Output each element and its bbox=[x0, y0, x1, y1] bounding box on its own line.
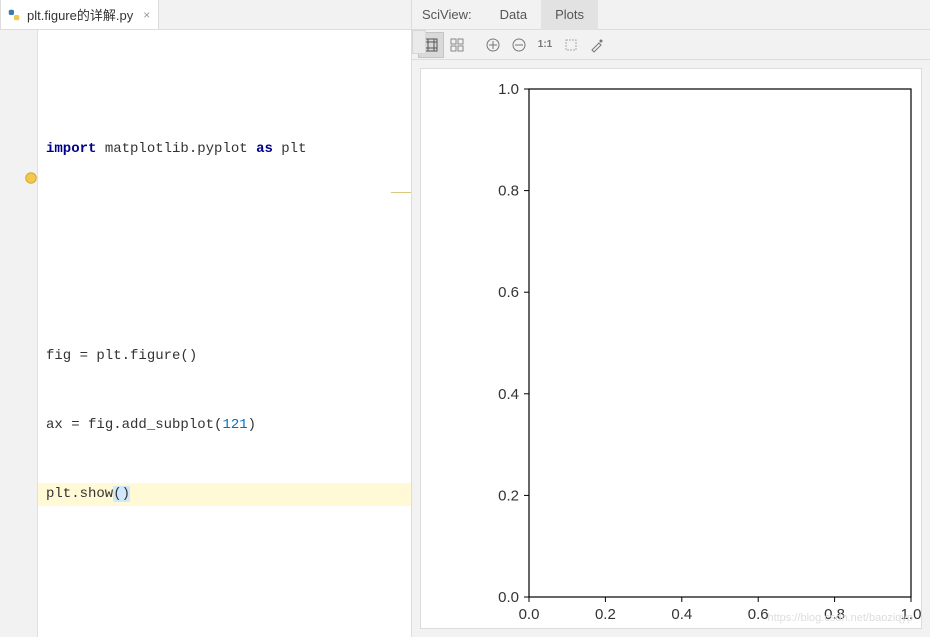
zoom-in-icon[interactable] bbox=[480, 32, 506, 58]
svg-text:0.8: 0.8 bbox=[824, 606, 845, 623]
select-box-icon[interactable] bbox=[558, 32, 584, 58]
color-picker-icon[interactable] bbox=[584, 32, 610, 58]
editor-pane: plt.figure的详解.py × import matplotlib.pyp… bbox=[0, 0, 412, 637]
sciview-tab-bar: SciView: Data Plots bbox=[412, 0, 930, 30]
svg-text:1.0: 1.0 bbox=[498, 81, 519, 98]
tab-plots[interactable]: Plots bbox=[541, 0, 598, 30]
svg-text:0.4: 0.4 bbox=[671, 606, 692, 623]
svg-text:0.6: 0.6 bbox=[498, 284, 519, 301]
svg-text:0.2: 0.2 bbox=[595, 606, 616, 623]
code-line: ax = fig.add_subplot(121) bbox=[38, 414, 411, 437]
sciview-pane: SciView: Data Plots 1:1 0.0 0.2 0.4 0.6 0.8 1… bbox=[412, 0, 930, 637]
editor-tab-label: plt.figure的详解.py bbox=[27, 5, 133, 24]
sciview-title: SciView: bbox=[422, 7, 486, 22]
fold-indicator[interactable] bbox=[412, 30, 426, 54]
svg-text:0.0: 0.0 bbox=[519, 606, 540, 623]
editor-tab[interactable]: plt.figure的详解.py × bbox=[0, 0, 159, 29]
svg-text:0.8: 0.8 bbox=[498, 183, 519, 200]
line-marker bbox=[391, 192, 411, 193]
svg-text:1.0: 1.0 bbox=[901, 606, 921, 623]
svg-text:0.0: 0.0 bbox=[498, 589, 519, 606]
editor-tab-bar: plt.figure的详解.py × bbox=[0, 0, 411, 30]
svg-text:0.6: 0.6 bbox=[748, 606, 769, 623]
svg-text:0.2: 0.2 bbox=[498, 487, 519, 504]
zoom-out-icon[interactable] bbox=[506, 32, 532, 58]
plot-toolbar: 1:1 bbox=[412, 30, 930, 60]
gutter bbox=[0, 30, 38, 637]
python-file-icon bbox=[7, 8, 21, 22]
close-icon[interactable]: × bbox=[143, 8, 150, 22]
lightbulb-icon[interactable] bbox=[24, 171, 38, 185]
code-area[interactable]: import matplotlib.pyplot as plt fig = pl… bbox=[38, 30, 411, 637]
plot-canvas[interactable]: 0.00.20.40.60.81.00.00.20.40.60.81.0 htt… bbox=[420, 68, 922, 629]
code-line bbox=[38, 207, 411, 230]
plot-svg: 0.0 0.2 0.4 0.6 0.8 1.0 0.0 0.2 0.4 0.6 0.8 1.0 bbox=[421, 69, 921, 629]
code-line bbox=[38, 276, 411, 299]
grid-icon[interactable] bbox=[444, 32, 470, 58]
code-editor[interactable]: import matplotlib.pyplot as plt fig = pl… bbox=[0, 30, 411, 637]
one-to-one-icon[interactable]: 1:1 bbox=[532, 32, 558, 58]
tab-data[interactable]: Data bbox=[486, 0, 541, 30]
code-line: fig = plt.figure() bbox=[38, 345, 411, 368]
code-line: import matplotlib.pyplot as plt bbox=[38, 138, 411, 161]
code-line-current: plt.show() bbox=[38, 483, 411, 506]
svg-text:0.4: 0.4 bbox=[498, 386, 519, 403]
